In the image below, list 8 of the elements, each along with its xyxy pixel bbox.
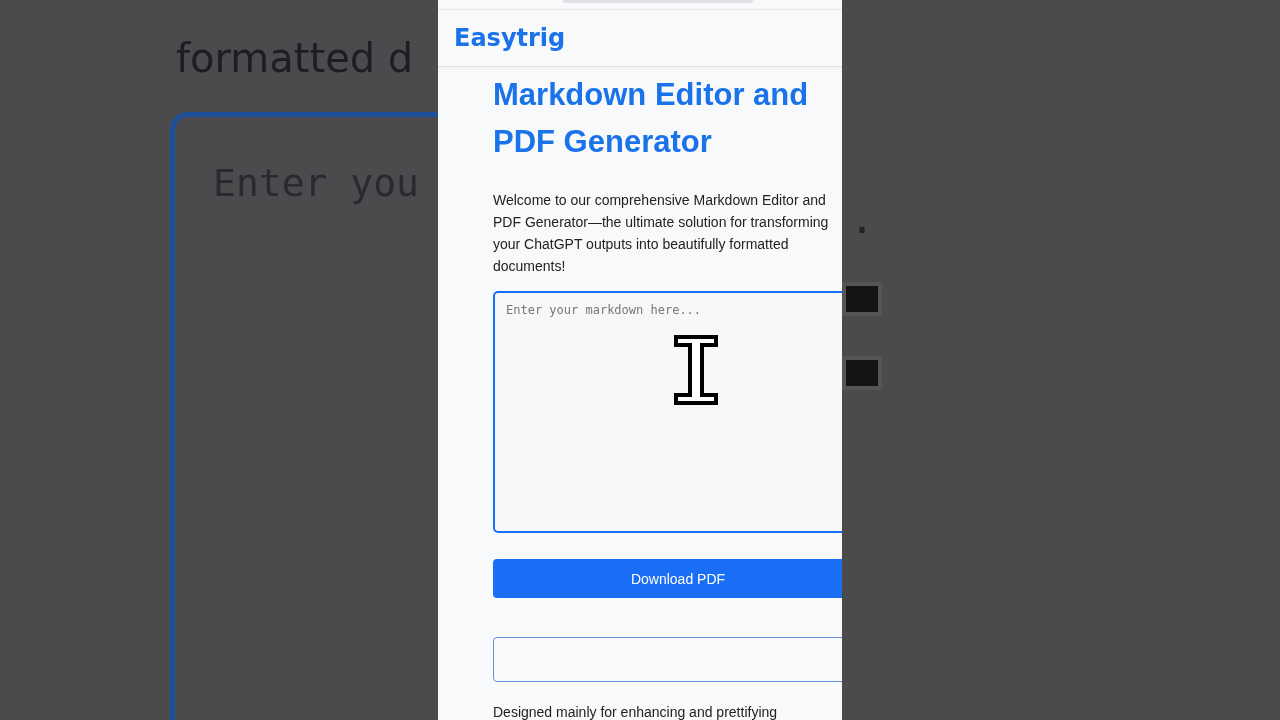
description-text: Designed mainly for enhancing and prettifying bbox=[493, 704, 779, 720]
intro-paragraph: Welcome to our comprehensive Markdown Editor and PDF Generator—the ultimate solution for transforming your ChatGPT outputs into beautifully formatted documents! bbox=[493, 191, 830, 276]
page-title: Markdown Editor and PDF Generator bbox=[493, 76, 810, 161]
text-cursor-icon bbox=[674, 335, 718, 405]
markdown-input[interactable]: Enter your markdown here... bbox=[493, 291, 842, 533]
site-logo[interactable]: Easytrig bbox=[454, 24, 566, 52]
blurred-dots: .. bbox=[842, 196, 876, 236]
download-pdf-button[interactable]: Download PDF bbox=[493, 559, 842, 598]
